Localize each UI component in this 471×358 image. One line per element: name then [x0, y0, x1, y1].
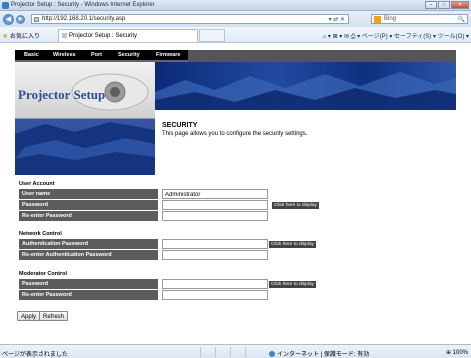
banner-logo: Projector Setup	[18, 87, 106, 102]
status-text: ページが表示されました	[2, 352, 68, 358]
moderator-password-label: Password	[19, 279, 158, 289]
close-button[interactable]: ✕	[451, 1, 469, 9]
minimize-button[interactable]: ‒	[425, 1, 437, 9]
display-password-link[interactable]: Click here to display	[272, 202, 319, 209]
command-buttons[interactable]: ⌂ ▾ ⊠ ▾ ✉ ⎙ ▾ ページ(P) ▾ セーフティ(S) ▾ ツール(O)…	[323, 31, 469, 41]
refresh-button[interactable]: Refresh	[39, 311, 69, 321]
banner-image: Projector Setup	[15, 62, 155, 175]
new-tab-button[interactable]	[199, 29, 225, 42]
maximize-button[interactable]: □	[438, 1, 450, 9]
password-label: Password	[19, 200, 158, 210]
moderator-password-input[interactable]	[162, 279, 268, 289]
status-segment	[215, 347, 229, 357]
wave-graphic	[155, 72, 456, 110]
window-title-bar: Projector Setup : Security - Windows Int…	[0, 0, 471, 11]
address-field[interactable]: http://192.168.20.1/security.asp ▾ ⇄ ✕	[31, 14, 349, 24]
password-input[interactable]	[162, 200, 268, 210]
search-placeholder: Bing	[384, 16, 397, 22]
reenter-password-input[interactable]	[162, 211, 268, 221]
user-account-heading: User Account	[19, 181, 55, 187]
auth-password-label: Authentication Password	[19, 239, 158, 249]
moderator-reenter-label: Re-enter Password	[19, 290, 158, 300]
status-segment	[200, 347, 214, 357]
forward-button[interactable]: ▶	[16, 15, 25, 24]
projector-graphic	[15, 73, 155, 175]
username-label: User name	[19, 189, 158, 199]
address-toolbar: ◀ ▶ http://192.168.20.1/security.asp ▾ ⇄…	[0, 11, 471, 27]
globe-icon	[269, 351, 275, 357]
nav-security[interactable]: Security	[118, 52, 140, 58]
nav-filler	[188, 50, 456, 62]
address-tools[interactable]: ▾ ⇄ ✕	[329, 16, 345, 23]
network-control-heading: Network Control	[19, 231, 62, 237]
moderator-reenter-input[interactable]	[162, 290, 268, 300]
page-icon	[34, 17, 39, 22]
star-icon: ★	[2, 33, 9, 40]
command-bar: ★ お気に入り Projector Setup : Security ⌂ ▾ ⊠…	[0, 27, 471, 43]
banner-pattern	[155, 62, 456, 110]
page-title: SECURITY	[162, 122, 198, 129]
status-segment	[230, 347, 244, 357]
nav-basic[interactable]: Basic	[24, 52, 39, 58]
reenter-password-label: Re-enter Password	[19, 211, 158, 221]
page-content: Basic Wireless Port Security Firmware Pr…	[0, 44, 471, 344]
nav-wireless[interactable]: Wireless	[53, 52, 76, 58]
bing-icon	[374, 16, 381, 23]
display-auth-password-link[interactable]: Click here to display	[269, 241, 316, 248]
zone-text: インターネット | 保護モード: 有効	[277, 352, 370, 358]
favorites-label: お気に入り	[9, 34, 40, 40]
reenter-auth-password-label: Re-enter Authentication Password	[19, 250, 158, 260]
projector-setup-page: Basic Wireless Port Security Firmware Pr…	[15, 50, 471, 344]
status-bar: ページが表示されました インターネット | 保護モード: 有効 ⊕ 100%	[0, 344, 471, 358]
reenter-auth-password-input[interactable]	[162, 250, 268, 260]
page-description: This page allows you to configure the se…	[162, 131, 308, 137]
tab-title: Projector Setup : Security	[69, 33, 138, 39]
favorites-button[interactable]: ★ お気に入り	[2, 31, 40, 40]
browser-tab[interactable]: Projector Setup : Security	[58, 29, 198, 42]
top-nav: Basic Wireless Port Security Firmware	[15, 50, 456, 62]
username-input[interactable]	[162, 189, 268, 199]
tab-page-icon	[62, 33, 67, 38]
search-box[interactable]: Bing 🔍	[371, 14, 468, 24]
security-zone[interactable]: インターネット | 保護モード: 有効	[269, 349, 369, 358]
back-button[interactable]: ◀	[3, 14, 14, 25]
zoom-control[interactable]: ⊕ 100%	[446, 349, 468, 356]
ie-app-icon	[2, 2, 9, 9]
display-moderator-password-link[interactable]: Click here to display	[269, 281, 316, 288]
status-segment	[245, 347, 259, 357]
url-text: http://192.168.20.1/security.asp	[42, 16, 126, 22]
window-title: Projector Setup : Security - Windows Int…	[11, 2, 155, 8]
apply-button[interactable]: Apply	[17, 311, 41, 321]
auth-password-input[interactable]	[162, 239, 268, 249]
nav-firmware[interactable]: Firmware	[156, 52, 180, 58]
moderator-control-heading: Moderator Control	[19, 271, 67, 277]
window-controls: ‒ □ ✕	[424, 1, 469, 10]
nav-port[interactable]: Port	[91, 52, 102, 58]
search-icon[interactable]: 🔍	[458, 16, 465, 23]
